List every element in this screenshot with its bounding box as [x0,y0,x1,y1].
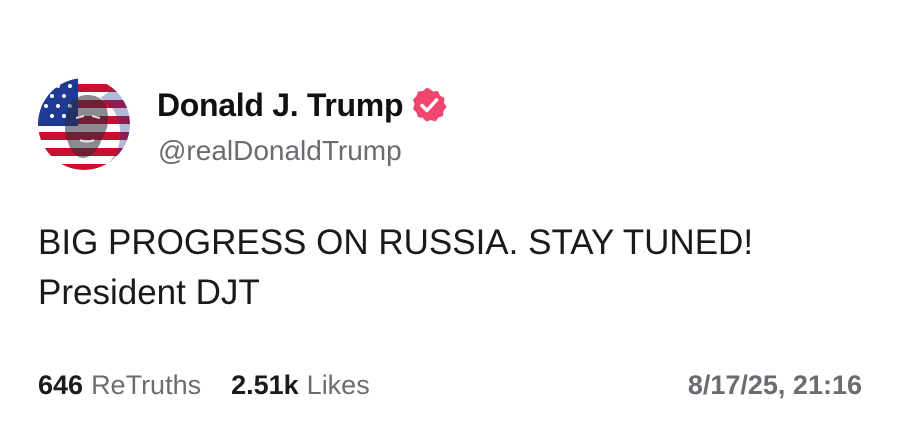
flag-portrait-avatar-icon [38,78,130,170]
post-text-line: BIG PROGRESS ON RUSSIA. STAY TUNED! [38,223,754,262]
author-name-row: Donald J. Trump [157,85,447,125]
verified-badge-icon [411,87,447,123]
likes-label: Likes [306,370,370,400]
retruths-label: ReTruths [91,370,202,400]
author-handle[interactable]: @realDonaldTrump [158,135,402,167]
author-display-name[interactable]: Donald J. Trump [157,87,404,124]
profile-avatar[interactable] [38,78,130,170]
likes-stat[interactable]: 2.51k Likes [231,370,370,401]
post-text: BIG PROGRESS ON RUSSIA. STAY TUNED! Pres… [38,218,878,318]
truth-post-card: Donald J. Trump @realDonaldTrump BIG PRO… [0,0,900,441]
post-text-line: President DJT [38,273,260,312]
retruths-stat[interactable]: 646 ReTruths [38,370,201,401]
retruths-count: 646 [38,370,84,400]
post-timestamp[interactable]: 8/17/25, 21:16 [688,370,862,401]
post-stats: 646 ReTruths 2.51k Likes [38,370,370,401]
likes-count: 2.51k [231,370,299,400]
